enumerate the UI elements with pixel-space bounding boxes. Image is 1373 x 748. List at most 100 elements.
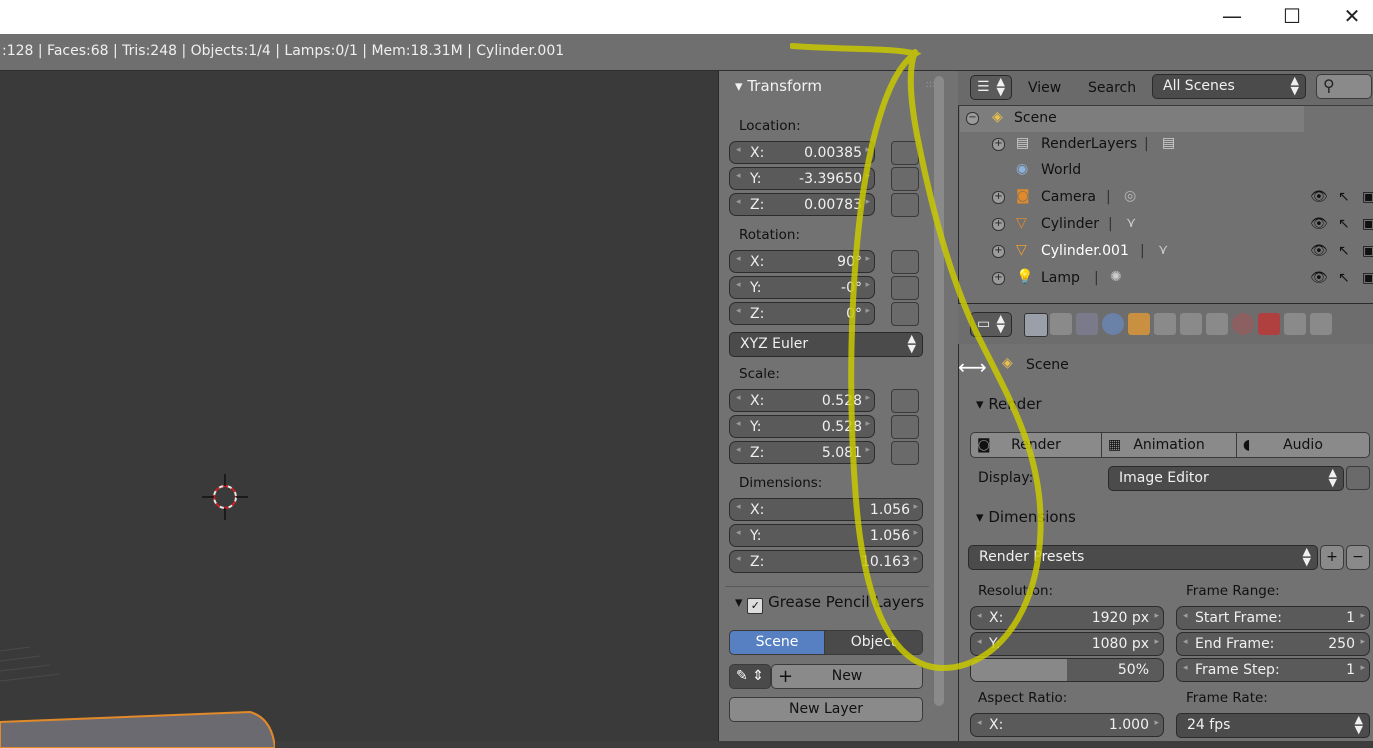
eye-icon[interactable]: 👁: [1310, 216, 1328, 232]
modifiers-tab-icon[interactable]: [1180, 313, 1202, 335]
end-frame-field[interactable]: ◂ End Frame: 250 ▸: [1176, 632, 1370, 656]
grease-scene-tab[interactable]: Scene: [729, 630, 825, 655]
render-section-header[interactable]: ▾ Render: [976, 395, 1042, 413]
frame-rate-dropdown[interactable]: 24 fps ▲ ▼: [1176, 713, 1370, 738]
rotation-z-field[interactable]: ◂ Z: 0° ▸: [729, 302, 875, 325]
pencil-browse-icon[interactable]: ✎ ⇕: [729, 664, 771, 689]
close-button[interactable]: ✕: [1324, 2, 1373, 30]
outliner-row-camera[interactable]: + ◙ Camera | ◎ 👁 ↖ ▣: [958, 185, 1373, 211]
collapse-icon[interactable]: −: [966, 112, 979, 125]
location-z-field[interactable]: ◂ Z: 0.00783 ▸: [729, 193, 875, 216]
lock-location-y-icon[interactable]: [891, 167, 919, 191]
grease-pencil-panel-title[interactable]: ▾ ✓ Grease Pencil Layers: [735, 593, 924, 614]
outliner-row-cylinder-001[interactable]: + ▽ Cylinder.001 | ⋎ 👁 ↖ ▣: [958, 239, 1373, 265]
dimensions-section-header[interactable]: ▾ Dimensions: [976, 508, 1076, 526]
cursor-select-icon[interactable]: ↖: [1338, 189, 1350, 205]
eye-icon[interactable]: 👁: [1310, 270, 1328, 286]
expand-icon[interactable]: +: [992, 272, 1005, 285]
grease-pencil-checkbox[interactable]: ✓: [747, 598, 764, 614]
cursor-select-icon[interactable]: ↖: [1338, 243, 1350, 259]
rotation-mode-dropdown[interactable]: XYZ Euler ▲ ▼: [729, 332, 923, 357]
scale-z-field[interactable]: ◂ Z: 5.081 ▸: [729, 441, 875, 464]
dimensions-y-field[interactable]: ◂ Y: 1.056 ▸: [729, 524, 923, 547]
render-restrict-icon[interactable]: ▣: [1362, 243, 1373, 259]
outliner-row-scene[interactable]: − ◈ Scene: [958, 106, 1373, 132]
scenes-dropdown[interactable]: All Scenes ▲ ▼: [1152, 74, 1306, 99]
object-tab-icon[interactable]: [1128, 313, 1150, 335]
sidebar-scrollbar[interactable]: [934, 76, 944, 706]
search-menu[interactable]: Search: [1088, 80, 1136, 96]
frame-step-field[interactable]: ◂ Frame Step: 1 ▸: [1176, 658, 1370, 682]
maximize-button[interactable]: ☐: [1264, 2, 1320, 30]
expand-icon[interactable]: +: [992, 191, 1005, 204]
rotation-x-field[interactable]: ◂ X: 90° ▸: [729, 250, 875, 273]
expand-icon[interactable]: +: [992, 218, 1005, 231]
location-x-field[interactable]: ◂ X: 0.00385 ▸: [729, 141, 875, 164]
scale-y-field[interactable]: ◂ Y: 0.528 ▸: [729, 415, 875, 438]
grease-object-tab[interactable]: Object: [824, 630, 923, 655]
render-layers-tab-icon[interactable]: [1050, 313, 1072, 335]
lock-interface-icon[interactable]: [1346, 466, 1370, 490]
lock-location-x-icon[interactable]: [891, 141, 919, 165]
expand-icon[interactable]: +: [992, 138, 1005, 151]
render-restrict-icon[interactable]: ▣: [1362, 189, 1373, 205]
render-restrict-icon[interactable]: ▣: [1362, 216, 1373, 232]
cursor-select-icon[interactable]: ↖: [1338, 216, 1350, 232]
texture-tab-icon[interactable]: [1258, 313, 1280, 335]
lock-rotation-x-icon[interactable]: [891, 250, 919, 274]
lock-rotation-y-icon[interactable]: [891, 276, 919, 300]
start-frame-field[interactable]: ◂ Start Frame: 1 ▸: [1176, 606, 1370, 630]
minimize-button[interactable]: —: [1204, 2, 1260, 30]
scale-x-field[interactable]: ◂ X: 0.528 ▸: [729, 389, 875, 412]
resolution-x-field[interactable]: ◂ X: 1920 px ▸: [970, 606, 1164, 630]
editor-type-icon[interactable]: ☰ ▲ ▼: [970, 75, 1012, 100]
resolution-percentage-slider[interactable]: 50%: [970, 658, 1164, 682]
material-tab-icon[interactable]: [1232, 313, 1254, 335]
row-label: Cylinder: [1041, 216, 1099, 232]
rotation-y-field[interactable]: ◂ Y: -0° ▸: [729, 276, 875, 299]
outliner-row-world[interactable]: ◉ World: [958, 158, 1373, 184]
particles-tab-icon[interactable]: [1284, 313, 1306, 335]
lock-rotation-z-icon[interactable]: [891, 302, 919, 326]
aspect-x-field[interactable]: ◂ X: 1.000 ▸: [970, 713, 1164, 737]
eye-icon[interactable]: 👁: [1310, 243, 1328, 259]
scene-tab-icon[interactable]: [1076, 313, 1098, 335]
physics-tab-icon[interactable]: [1310, 313, 1332, 335]
editor-type-icon[interactable]: ▭ ▲ ▼: [970, 312, 1012, 337]
expand-icon[interactable]: +: [992, 245, 1005, 258]
display-dropdown[interactable]: Image Editor ▲ ▼: [1108, 466, 1344, 491]
outliner-row-renderlayers[interactable]: + ▤ RenderLayers | ▤: [958, 132, 1373, 158]
row-label: Lamp: [1041, 270, 1080, 286]
lock-location-z-icon[interactable]: [891, 193, 919, 217]
lamp-icon: 💡: [1016, 269, 1034, 285]
lock-scale-x-icon[interactable]: [891, 389, 919, 413]
eye-icon[interactable]: 👁: [1310, 189, 1328, 205]
world-tab-icon[interactable]: [1102, 313, 1124, 335]
render-restrict-icon[interactable]: ▣: [1362, 270, 1373, 286]
resolution-y-field[interactable]: ◂ Y: 1080 px ▸: [970, 632, 1164, 656]
constraints-tab-icon[interactable]: [1154, 313, 1176, 335]
add-preset-icon[interactable]: +: [1320, 545, 1344, 570]
render-presets-dropdown[interactable]: Render Presets ▲ ▼: [968, 545, 1318, 570]
render-image-button[interactable]: ◙ Render: [970, 432, 1102, 458]
new-layer-button[interactable]: New Layer: [729, 697, 923, 722]
cylinder-object[interactable]: [0, 708, 275, 748]
render-animation-button[interactable]: ▦ Animation: [1101, 432, 1237, 458]
cursor-select-icon[interactable]: ↖: [1338, 270, 1350, 286]
dimensions-z-field[interactable]: ◂ Z: 10.163 ▸: [729, 550, 923, 573]
location-y-field[interactable]: ◂ Y: -3.39650 ▸: [729, 167, 875, 190]
render-audio-button[interactable]: ◖ Audio: [1236, 432, 1370, 458]
search-icon[interactable]: ⚲: [1316, 74, 1372, 99]
render-tab-icon[interactable]: [1024, 313, 1048, 337]
outliner-row-lamp[interactable]: + 💡 Lamp | ✺ 👁 ↖ ▣: [958, 266, 1373, 292]
mesh-data-tab-icon[interactable]: [1206, 313, 1228, 335]
remove-preset-icon[interactable]: −: [1346, 545, 1370, 570]
lock-scale-z-icon[interactable]: [891, 441, 919, 465]
dimensions-x-field[interactable]: ◂ X: 1.056 ▸: [729, 498, 923, 521]
3d-viewport[interactable]: [0, 71, 718, 741]
outliner-row-cylinder[interactable]: + ▽ Cylinder | ⋎ 👁 ↖ ▣: [958, 212, 1373, 238]
view-menu[interactable]: View: [1028, 80, 1061, 96]
lock-scale-y-icon[interactable]: [891, 415, 919, 439]
transform-panel-title[interactable]: ▾ Transform: [735, 77, 822, 95]
new-grease-button[interactable]: + New: [771, 664, 923, 689]
